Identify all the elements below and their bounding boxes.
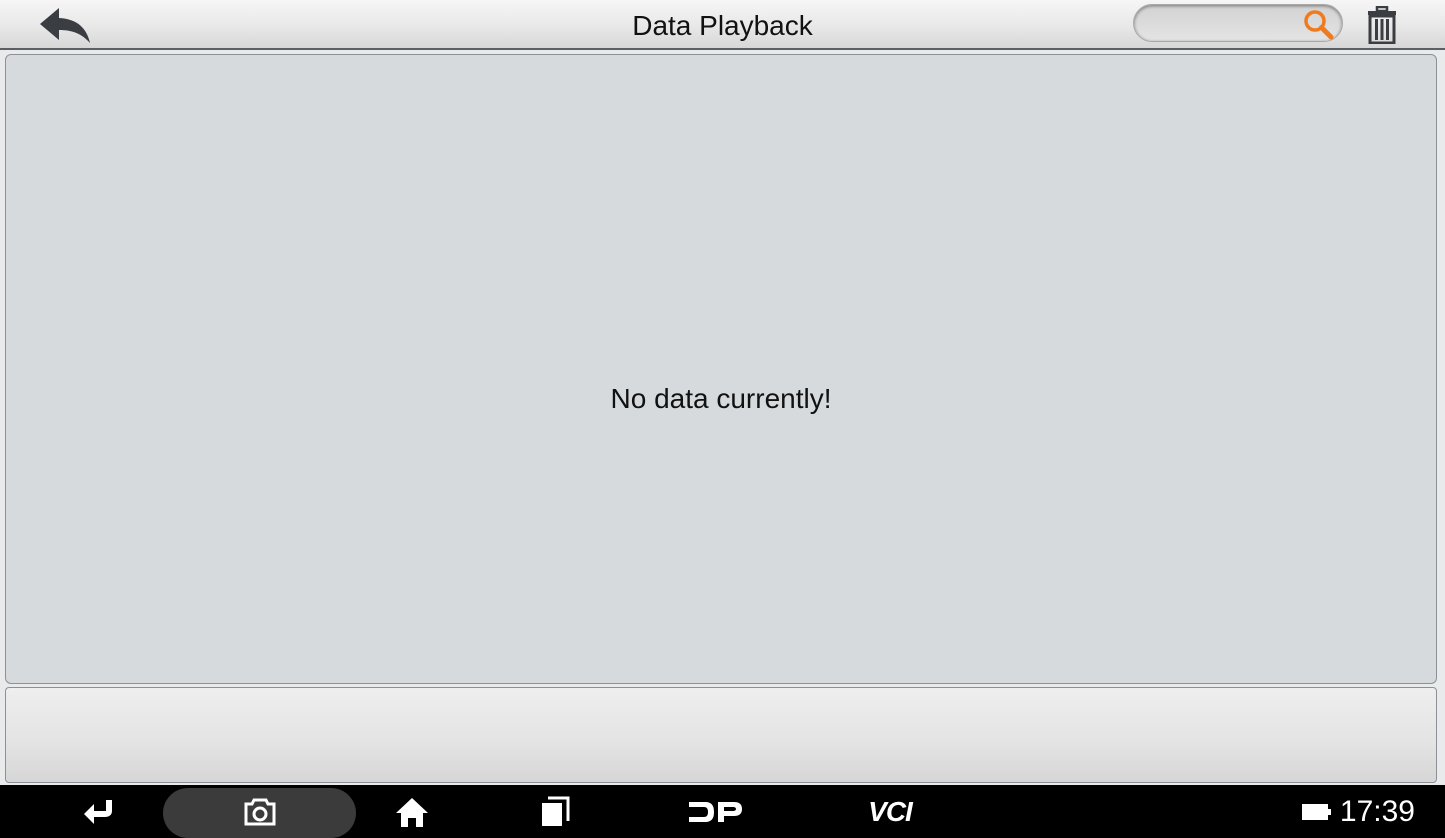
search-box[interactable]: [1133, 4, 1343, 42]
camera-icon: [244, 798, 276, 825]
nav-back-button[interactable]: [70, 785, 130, 838]
dp-button[interactable]: [680, 785, 750, 838]
bottom-toolbar: [5, 687, 1437, 783]
data-list-panel: No data currently!: [5, 54, 1437, 684]
search-input[interactable]: [1148, 9, 1302, 39]
recents-icon: [542, 796, 570, 826]
system-nav-bar: VCI 17:39: [0, 785, 1445, 838]
back-button[interactable]: [30, 4, 100, 46]
empty-state-message: No data currently!: [610, 383, 832, 414]
vci-button[interactable]: VCI: [850, 785, 930, 838]
status-area: 17:39: [1301, 785, 1415, 838]
dp-logo: [689, 801, 742, 822]
back-arrow-icon: [40, 8, 90, 43]
screenshot-button[interactable]: [230, 785, 290, 838]
title-bar: Data Playback: [0, 0, 1445, 50]
nav-home-button[interactable]: [382, 785, 442, 838]
vci-label: VCI: [868, 795, 913, 827]
app-window: Data Playback No data currently! VCI 17:…: [0, 0, 1445, 838]
nav-recents-button[interactable]: [525, 785, 585, 838]
trash-icon: [1368, 6, 1396, 44]
search-icon[interactable]: [1302, 8, 1334, 40]
battery-icon: [1301, 803, 1331, 820]
clock: 17:39: [1339, 794, 1415, 828]
delete-button[interactable]: [1362, 4, 1402, 46]
home-icon: [396, 797, 428, 827]
back-icon: [84, 799, 112, 824]
